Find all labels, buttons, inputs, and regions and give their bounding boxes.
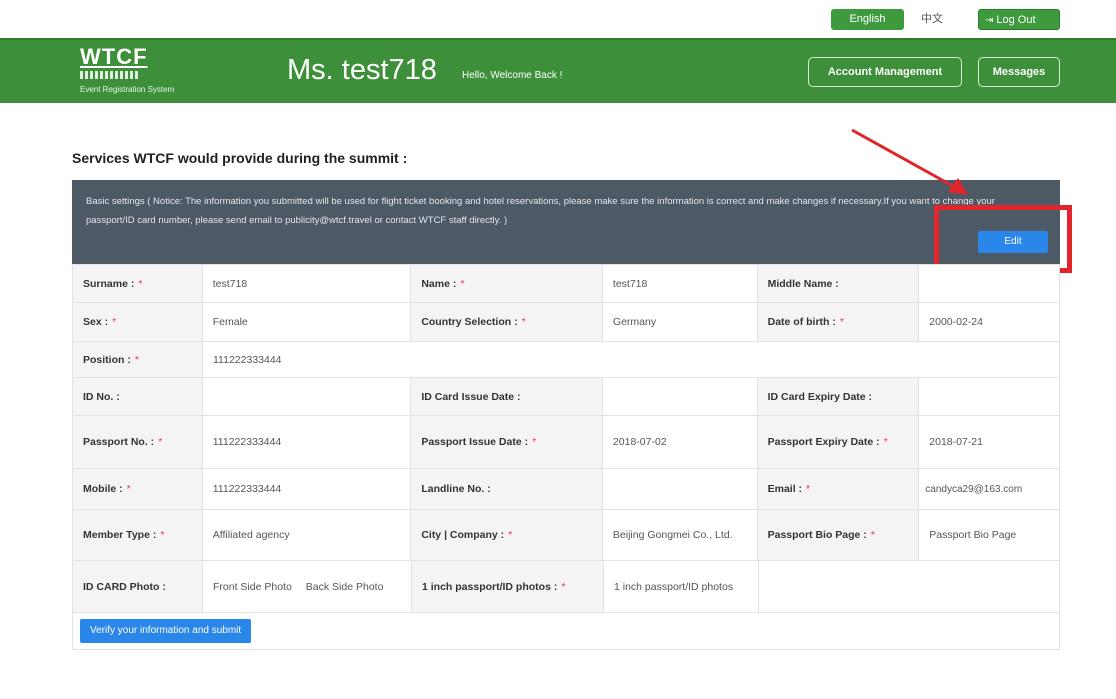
required-mark: * <box>460 277 465 290</box>
mobile-label: Mobile : * <box>73 469 203 509</box>
id-card-photo-label: ID CARD Photo : <box>73 561 203 612</box>
position-value: 111222333444 <box>203 342 1059 377</box>
chinese-language-link[interactable]: 中文 <box>921 9 943 30</box>
wtcf-logo[interactable]: WTCF Event Registration System <box>80 46 190 98</box>
required-mark: * <box>521 316 526 328</box>
logout-icon: ⇥ <box>985 15 994 26</box>
required-mark: * <box>138 277 143 290</box>
sex-value: Female <box>202 303 412 341</box>
account-management-button[interactable]: Account Management <box>808 57 962 87</box>
messages-button[interactable]: Messages <box>978 57 1060 87</box>
id-issue-date-value <box>602 378 758 415</box>
email-value: candyca29@163.com <box>919 469 1059 509</box>
required-mark: * <box>870 529 875 541</box>
id-expiry-date-label: ID Card Expiry Date : <box>757 378 920 415</box>
user-greeting: Ms. test718 <box>287 54 437 86</box>
required-mark: * <box>126 483 131 495</box>
table-row: Mobile : * 111222333444 Landline No. : Em… <box>73 469 1059 510</box>
logout-label: Log Out <box>996 14 1036 26</box>
surname-value: test718 <box>202 265 412 302</box>
landline-value <box>602 469 758 509</box>
mobile-value: 111222333444 <box>202 469 412 509</box>
logo-chinese-text-icon <box>80 71 140 79</box>
app-header: WTCF Event Registration System Ms. test7… <box>0 38 1116 103</box>
name-label: Name : * <box>411 265 603 302</box>
city-company-value: Beijing Gongmei Co., Ltd. <box>602 510 758 560</box>
id-number-label: ID No. : <box>73 378 203 415</box>
required-mark: * <box>561 580 566 593</box>
sex-label: Sex : * <box>73 303 203 341</box>
member-type-value: Affiliated agency <box>202 510 412 560</box>
position-label: Position : * <box>73 342 203 377</box>
table-row: Sex : * Female Country Selection : * Germa… <box>73 303 1059 342</box>
empty-cell <box>759 561 1059 612</box>
inch-photo-label: 1 inch passport/ID photos : * <box>412 561 604 612</box>
required-mark: * <box>158 436 163 448</box>
section-title: Services WTCF would provide during the s… <box>72 150 408 166</box>
table-row: ID CARD Photo : Front Side Photo Back Si… <box>73 561 1059 613</box>
passport-number-value: 111222333444 <box>202 416 412 468</box>
country-label: Country Selection : * <box>411 303 603 341</box>
logout-button[interactable]: ⇥ Log Out <box>978 9 1060 30</box>
annotation-highlight-box <box>934 205 1072 273</box>
passport-bio-page-upload[interactable]: Passport Bio Page <box>919 510 1059 560</box>
dob-value: 2000-02-24 <box>919 303 1059 341</box>
passport-bio-page-label: Passport Bio Page : * <box>757 510 920 560</box>
id-card-photo-cell: Front Side Photo Back Side Photo <box>203 561 412 612</box>
required-mark: * <box>134 353 139 366</box>
landline-label: Landline No. : <box>411 469 603 509</box>
inch-photo-upload[interactable]: 1 inch passport/ID photos <box>604 561 759 612</box>
required-mark: * <box>112 316 117 328</box>
passport-issue-date-value: 2018-07-02 <box>602 416 758 468</box>
table-row: Passport No. : * 111222333444 Passport Is… <box>73 416 1059 469</box>
required-mark: * <box>806 483 811 495</box>
table-row: Member Type : * Affiliated agency City | … <box>73 510 1059 561</box>
required-mark: * <box>532 436 537 448</box>
passport-issue-date-label: Passport Issue Date : * <box>411 416 603 468</box>
table-row: Position : * 111222333444 <box>73 342 1059 378</box>
passport-expiry-date-label: Passport Expiry Date : * <box>757 416 920 468</box>
middle-name-label: Middle Name : <box>757 265 920 302</box>
email-label: Email : * <box>757 469 920 509</box>
english-button[interactable]: English <box>831 9 904 30</box>
required-mark: * <box>508 529 513 541</box>
table-row: Verify your information and submit <box>73 613 1059 649</box>
notice-text: Basic settings ( Notice: The information… <box>86 196 995 226</box>
member-type-label: Member Type : * <box>73 510 203 560</box>
dob-label: Date of birth : * <box>757 303 920 341</box>
id-issue-date-label: ID Card Issue Date : <box>411 378 603 415</box>
back-side-photo-upload[interactable]: Back Side Photo <box>306 581 384 593</box>
id-expiry-date-value <box>919 378 1059 415</box>
logo-subtitle: Event Registration System <box>80 85 175 94</box>
logo-mark: WTCF <box>80 44 148 69</box>
table-row: ID No. : ID Card Issue Date : ID Card Ex… <box>73 378 1059 416</box>
front-side-photo-upload[interactable]: Front Side Photo <box>213 581 292 593</box>
passport-number-label: Passport No. : * <box>73 416 203 468</box>
required-mark: * <box>839 316 844 328</box>
top-bar: English 中文 ⇥ Log Out <box>0 0 1116 38</box>
profile-form-table: Surname : * test718 Name : * test718 Middl… <box>72 264 1060 650</box>
passport-expiry-date-value: 2018-07-21 <box>919 416 1059 468</box>
table-row: Surname : * test718 Name : * test718 Middl… <box>73 265 1059 303</box>
verify-submit-button[interactable]: Verify your information and submit <box>80 619 252 643</box>
id-number-value <box>202 378 412 415</box>
city-company-label: City | Company : * <box>411 510 603 560</box>
surname-label: Surname : * <box>73 265 203 302</box>
name-value: test718 <box>602 265 758 302</box>
required-mark: * <box>883 436 888 448</box>
country-value: Germany <box>602 303 758 341</box>
annotation-arrow-icon <box>851 128 968 195</box>
welcome-message: Hello, Welcome Back ! <box>462 70 563 81</box>
middle-name-value <box>919 265 1059 302</box>
required-mark: * <box>160 529 165 541</box>
